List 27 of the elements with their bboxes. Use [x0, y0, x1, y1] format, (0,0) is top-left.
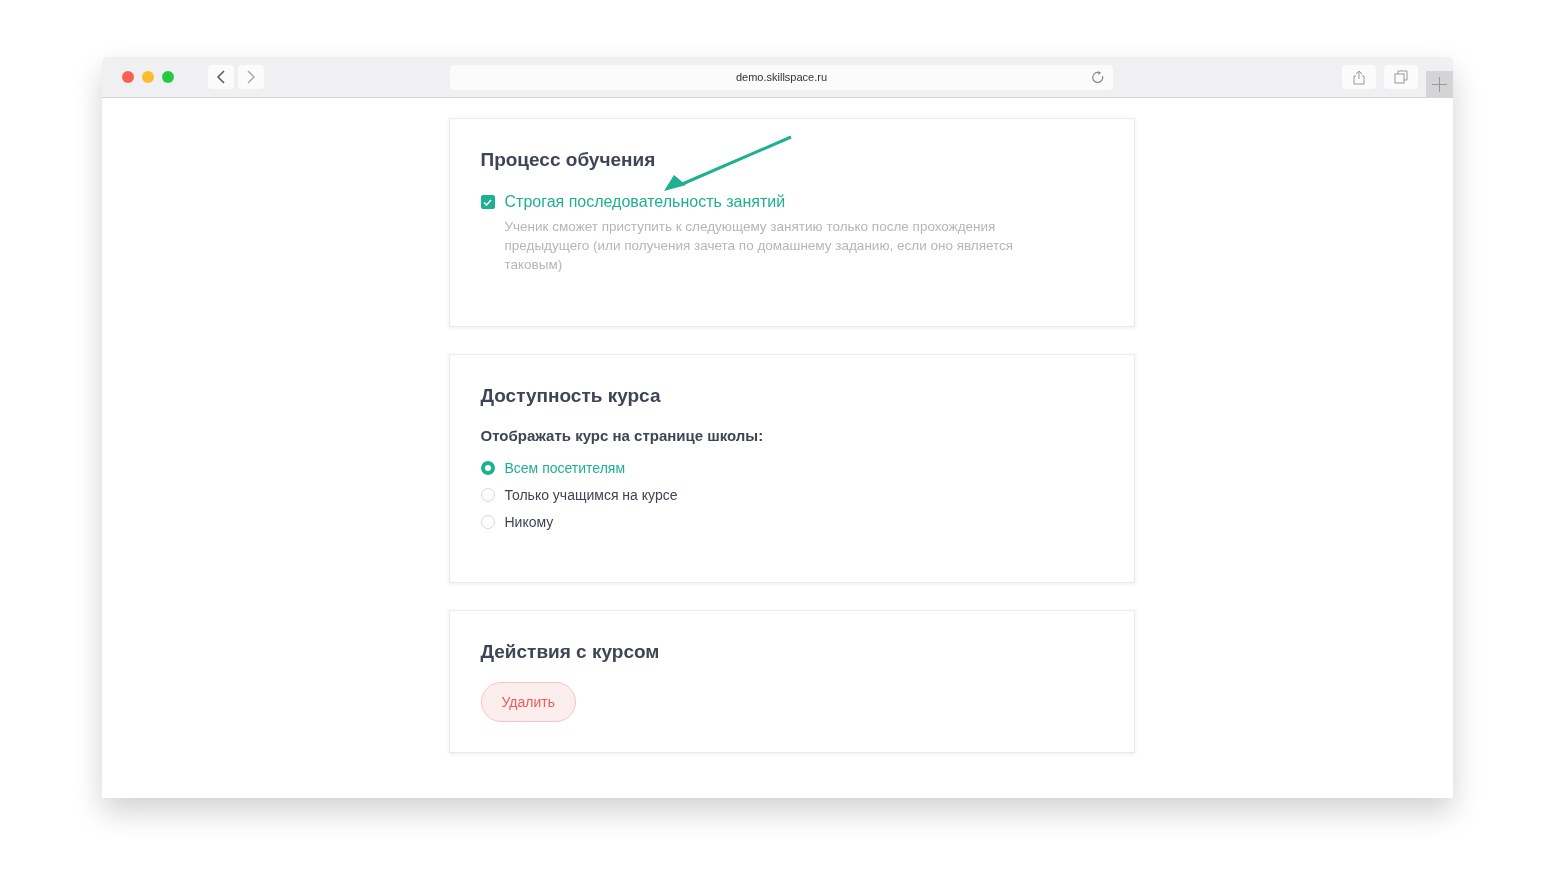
url-text: demo.skillspace.ru	[735, 71, 828, 83]
back-button[interactable]	[208, 65, 234, 89]
forward-button[interactable]	[238, 65, 264, 89]
close-window-icon[interactable]	[122, 71, 134, 83]
minimize-window-icon[interactable]	[142, 71, 154, 83]
chevron-left-icon	[217, 70, 225, 84]
radio-button[interactable]	[480, 461, 495, 475]
card-title: Действия с курсом	[480, 641, 661, 663]
tabs-icon	[1394, 70, 1408, 84]
radio-button[interactable]	[480, 515, 495, 529]
plus-icon	[1432, 76, 1447, 92]
option-description: Ученик сможет приступить к следующему занятию только после прохождения предыдущего (или получения зачета по домашнему заданию, если оно является таковым)	[504, 218, 1015, 274]
card-title: Процесс обучения	[480, 149, 657, 171]
tabs-button[interactable]	[1384, 65, 1418, 89]
checkbox[interactable]	[480, 195, 495, 209]
share-button[interactable]	[1342, 65, 1376, 89]
new-tab-button[interactable]	[1426, 70, 1453, 98]
chevron-right-icon	[247, 70, 255, 84]
maximize-window-icon[interactable]	[162, 71, 174, 83]
radio-label[interactable]: Только учащимся на курсе	[504, 487, 678, 503]
share-icon	[1353, 69, 1365, 85]
card-title: Доступность курса	[480, 385, 662, 407]
field-label: Отображать курс на странице школы:	[480, 427, 765, 444]
address-bar[interactable]: demo.skillspace.ru	[450, 64, 1113, 90]
radio-button[interactable]	[480, 488, 495, 502]
reload-icon[interactable]	[1092, 70, 1105, 84]
radio-label[interactable]: Никому	[504, 514, 554, 530]
